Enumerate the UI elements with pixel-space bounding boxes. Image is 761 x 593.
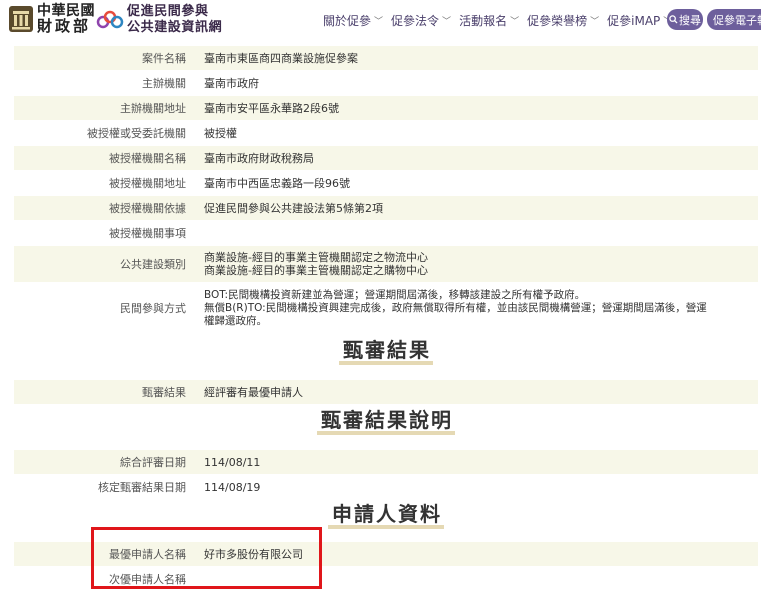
detail-value-line: BOT:民間機構投資新建並為營運；營運期間屆滿後，移轉該建設之所有權予政府。 [204,288,586,301]
detail-value-line: 無償B(R)TO:民間機構投資興建完成後，政府無償取得所有權，並由該民間機構營運… [204,301,707,314]
detail-label: 甄審結果 [142,385,186,399]
detail-label: 公共建設類別 [120,257,186,271]
detail-label: 被授權機關名稱 [109,151,186,165]
detail-row: 被授權或受委託機關 被授權 [14,121,758,145]
detail-value: 經評審有最優申請人 [190,380,744,404]
nav-item-imap[interactable]: 促參iMAP ﹀ [607,12,672,29]
chevron-down-icon: ﹀ [590,16,600,27]
detail-value-line: 被授權 [204,126,237,140]
detail-value: 臺南市安平區永華路2段6號 [190,96,744,120]
search-button[interactable]: 搜尋 [667,9,703,30]
detail-value: 臺南市政府 [190,71,744,95]
detail-value: 114/08/11 [190,450,744,474]
ppp-logo-icon[interactable] [96,8,124,30]
detail-value-line: 促進民間參與公共建設法第5條第2項 [204,201,383,215]
ppp-site-name-line1: 促進民間參與 [127,4,209,19]
section-title-text: 甄審結果 [339,339,433,365]
nav-item-events[interactable]: 活動報名 ﹀ [459,12,519,29]
detail-value-line: 臺南市中西區忠義路一段96號 [204,176,350,190]
detail-row: 被授權機關名稱 臺南市政府財政稅務局 [14,146,758,170]
detail-row: 核定甄審結果日期 114/08/19 [14,475,758,499]
detail-row: 主辦機關 臺南市政府 [14,71,758,95]
site-header: 中華民國 財政部 促進民間參與 公共建設資訊網 關於促參 ﹀ 促參法令 ﹀ 活動… [0,0,761,40]
detail-value: 臺南市政府財政稅務局 [190,146,744,170]
section-title-text: 申請人資料 [328,503,444,529]
detail-value: 促進民間參與公共建設法第5條第2項 [190,196,744,220]
detail-row: 民間參與方式 BOT:民間機構投資新建並為營運；營運期間屆滿後，移轉該建設之所有… [14,284,758,332]
search-button-label: 搜尋 [679,13,701,27]
detail-value: 商業設施-經目的事業主管機關認定之物流中心 商業設施-經目的事業主管機關認定之購… [190,246,744,282]
ppp-site-name[interactable]: 促進民間參與 公共建設資訊網 [127,4,222,36]
detail-value: 臺南市中西區忠義路一段96號 [190,171,744,195]
section-title-review-description: 甄審結果說明 [14,408,758,435]
detail-label: 綜合評審日期 [120,455,186,469]
ministry-name[interactable]: 中華民國 財政部 [37,4,95,34]
nav-item-about[interactable]: 關於促參 ﹀ [323,12,383,29]
nav-item-label: 關於促參 [323,13,372,28]
detail-row: 案件名稱 臺南市東區商四商業設施促參案 [14,46,758,70]
detail-row: 甄審結果 經評審有最優申請人 [14,380,758,404]
detail-value: BOT:民間機構投資新建並為營運；營運期間屆滿後，移轉該建設之所有權予政府。 無… [190,284,744,332]
detail-value-line: 商業設施-經目的事業主管機關認定之物流中心 [204,251,428,264]
chevron-down-icon: ﹀ [442,16,452,27]
nav-item-honor-roll[interactable]: 促參榮譽榜 ﹀ [527,12,599,29]
detail-value-line: 經評審有最優申請人 [204,385,303,399]
nav-item-label: 促參榮譽榜 [527,13,588,28]
e-newsletter-label: 促參電子報 [713,13,761,27]
ministry-name-line2: 財政部 [37,17,92,35]
detail-label: 被授權機關地址 [109,176,186,190]
detail-value: 臺南市東區商四商業設施促參案 [190,46,744,70]
detail-row: 公共建設類別 商業設施-經目的事業主管機關認定之物流中心 商業設施-經目的事業主… [14,246,758,282]
ppp-site-name-line2: 公共建設資訊網 [127,20,223,35]
detail-value-line: 114/08/11 [204,455,261,469]
detail-row: 被授權機關地址 臺南市中西區忠義路一段96號 [14,171,758,195]
chevron-down-icon: ﹀ [510,16,520,27]
detail-label: 核定甄審結果日期 [98,480,186,494]
detail-value-line: 114/08/19 [204,480,261,494]
detail-label: 主辦機關 [142,76,186,90]
e-newsletter-button[interactable]: 促參電子報 [707,9,761,30]
detail-row: 主辦機關地址 臺南市安平區永華路2段6號 [14,96,758,120]
search-icon [669,15,678,24]
section-title-text: 甄審結果說明 [317,409,455,435]
nav-item-label: 活動報名 [459,13,508,28]
detail-label: 被授權機關依據 [109,201,186,215]
detail-row: 綜合評審日期 114/08/11 [14,450,758,474]
highlight-annotation-box [91,527,322,589]
detail-label: 主辦機關地址 [120,101,186,115]
detail-value [190,221,744,245]
detail-label: 被授權機關事項 [109,226,186,240]
section-title-review-result: 甄審結果 [14,338,758,365]
nav-item-label: 促參法令 [391,13,440,28]
detail-value-line: 權歸還政府。 [204,314,267,327]
detail-label: 被授權或受委託機關 [87,126,186,140]
detail-value-line: 臺南市政府 [204,76,259,90]
chevron-down-icon: ﹀ [374,16,384,27]
detail-value-line: 臺南市東區商四商業設施促參案 [204,51,358,65]
detail-label: 民間參與方式 [120,301,186,315]
detail-label: 案件名稱 [142,51,186,65]
main-nav: 關於促參 ﹀ 促參法令 ﹀ 活動報名 ﹀ 促參榮譽榜 ﹀ 促參iMAP ﹀ [323,11,680,29]
detail-value-line: 臺南市安平區永華路2段6號 [204,101,339,115]
ministry-of-finance-logo-icon[interactable] [8,5,34,33]
detail-value-line: 臺南市政府財政稅務局 [204,151,314,165]
detail-value: 114/08/19 [190,475,744,499]
detail-value-line: 商業設施-經目的事業主管機關認定之購物中心 [204,264,428,277]
nav-item-label: 促參iMAP [607,13,661,28]
detail-value: 被授權 [190,121,744,145]
detail-row: 被授權機關事項 [14,221,758,245]
section-title-applicant: 申請人資料 [14,502,758,529]
nav-item-regulations[interactable]: 促參法令 ﹀ [391,12,451,29]
detail-row: 被授權機關依據 促進民間參與公共建設法第5條第2項 [14,196,758,220]
